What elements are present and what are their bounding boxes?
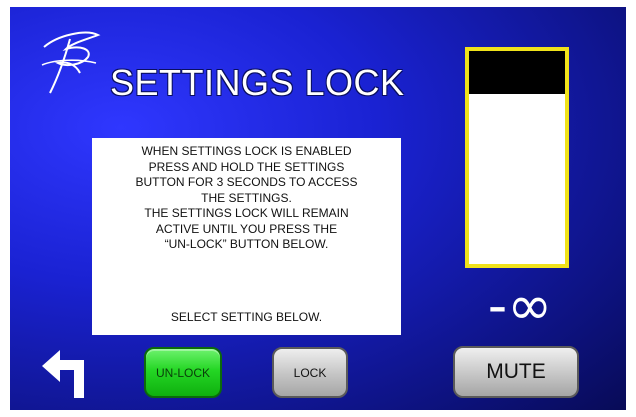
- level-readout: -∞: [487, 274, 553, 337]
- settings-lock-screen: SETTINGS LOCK WHEN SETTINGS LOCK IS ENAB…: [10, 7, 626, 410]
- info-line: THE SETTINGS.: [201, 190, 292, 205]
- info-line: ACTIVE UNTIL YOU PRESS THE: [155, 221, 338, 236]
- info-line: PRESS AND HOLD THE SETTINGS: [148, 159, 345, 174]
- info-line: THE SETTINGS LOCK WILL REMAIN: [144, 206, 349, 220]
- info-line: WHEN SETTINGS LOCK IS ENABLED: [141, 144, 352, 158]
- back-arrow-icon[interactable]: [38, 344, 94, 400]
- lock-button[interactable]: LOCK: [272, 347, 348, 398]
- unlock-button[interactable]: UN-LOCK: [144, 347, 222, 398]
- select-setting-prompt: SELECT SETTING BELOW.: [170, 309, 323, 324]
- info-line: “UN-LOCK” BUTTON BELOW.: [164, 237, 329, 251]
- signature-logo: [41, 31, 101, 94]
- volume-level-meter: [465, 47, 569, 268]
- mute-button[interactable]: MUTE: [453, 346, 579, 398]
- page-title: SETTINGS LOCK: [110, 62, 405, 103]
- settings-lock-info-panel: WHEN SETTINGS LOCK IS ENABLED PRESS AND …: [92, 138, 401, 335]
- info-line: BUTTON FOR 3 SECONDS TO ACCESS: [135, 175, 358, 189]
- meter-level-fill: [469, 51, 565, 94]
